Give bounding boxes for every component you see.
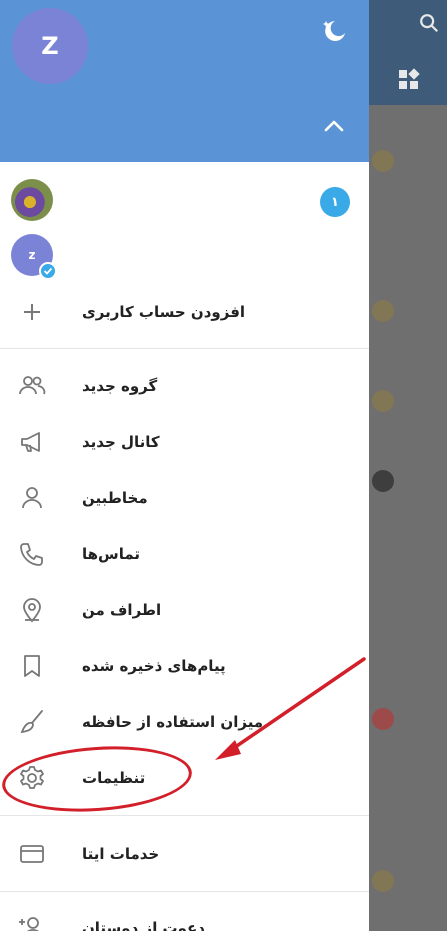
annotation-arrow <box>215 657 366 760</box>
